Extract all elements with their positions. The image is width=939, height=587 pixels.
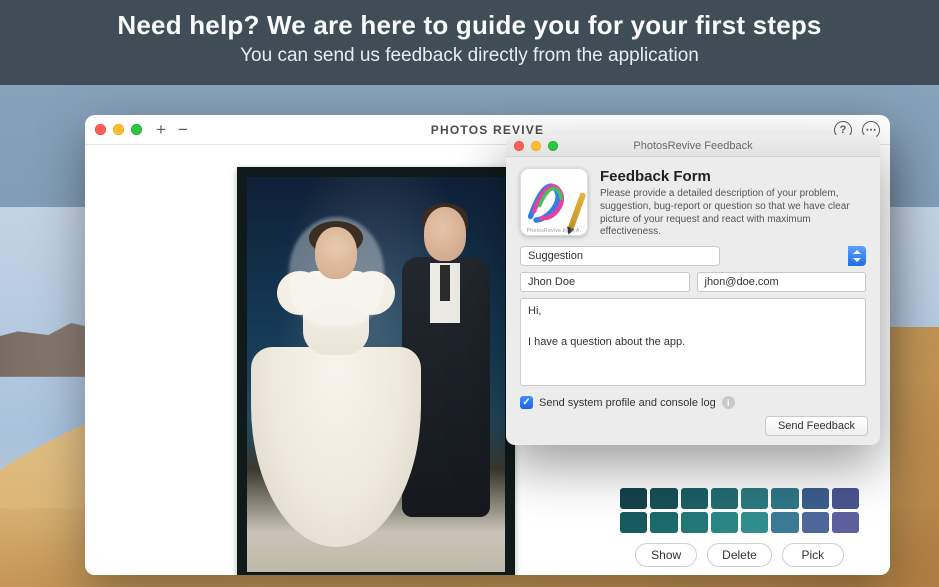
banner-title: Need help? We are here to guide you for … <box>0 10 939 41</box>
color-swatch[interactable] <box>620 488 647 509</box>
window-minimize-button[interactable] <box>113 124 124 135</box>
toolbar-add-button[interactable]: + <box>156 120 166 140</box>
color-swatch[interactable] <box>832 512 859 533</box>
color-swatch[interactable] <box>802 488 829 509</box>
feedback-type-value: Suggestion <box>528 250 583 262</box>
color-swatch[interactable] <box>711 488 738 509</box>
message-textarea[interactable]: Hi, I have a question about the app. <box>520 298 866 386</box>
feedback-form-title: Feedback Form <box>600 168 866 185</box>
name-field[interactable]: Jhon Doe <box>520 272 690 292</box>
email-field[interactable]: jhon@doe.com <box>697 272 867 292</box>
name-value: Jhon Doe <box>528 276 575 288</box>
feedback-type-select[interactable]: Suggestion <box>520 246 866 266</box>
send-logs-checkbox[interactable]: ✓ <box>520 396 533 409</box>
color-swatch[interactable] <box>620 512 647 533</box>
color-swatch[interactable] <box>832 488 859 509</box>
email-value: jhon@doe.com <box>705 276 779 288</box>
promo-banner: Need help? We are here to guide you for … <box>0 0 939 85</box>
photo-subject-bride <box>257 227 407 527</box>
window-zoom-button[interactable] <box>131 124 142 135</box>
send-logs-label: Send system profile and console log <box>539 397 716 409</box>
app-icon: PhotosRevive by N.A. <box>520 168 588 236</box>
feedback-form-description: Please provide a detailed description of… <box>600 188 866 239</box>
color-swatch[interactable] <box>741 488 768 509</box>
palette-delete-button[interactable]: Delete <box>707 543 772 567</box>
color-swatch[interactable] <box>771 488 798 509</box>
palette-show-button[interactable]: Show <box>635 543 697 567</box>
palette-pick-button[interactable]: Pick <box>782 543 844 567</box>
help-icon: ? <box>840 124 847 136</box>
color-swatch[interactable] <box>741 512 768 533</box>
toolbar-remove-button[interactable]: − <box>178 120 188 140</box>
send-feedback-button[interactable]: Send Feedback <box>765 416 868 436</box>
feedback-minimize-button[interactable] <box>531 141 541 151</box>
select-arrows-icon <box>848 246 866 266</box>
feedback-window-title: PhotosRevive Feedback <box>506 140 880 152</box>
feedback-titlebar: PhotosRevive Feedback <box>506 135 880 157</box>
window-close-button[interactable] <box>95 124 106 135</box>
color-swatch[interactable] <box>711 512 738 533</box>
color-swatch[interactable] <box>802 512 829 533</box>
feedback-close-button[interactable] <box>514 141 524 151</box>
feedback-window: PhotosRevive Feedback PhotosRevive by N.… <box>506 135 880 445</box>
color-swatch[interactable] <box>681 488 708 509</box>
color-swatch[interactable] <box>650 512 677 533</box>
info-icon[interactable]: i <box>722 396 735 409</box>
color-swatch[interactable] <box>771 512 798 533</box>
photo-preview[interactable] <box>237 167 515 575</box>
color-swatch[interactable] <box>681 512 708 533</box>
banner-subtitle: You can send us feedback directly from t… <box>0 45 939 67</box>
color-swatch[interactable] <box>650 488 677 509</box>
color-palette-panel: Show Delete Pick <box>617 482 862 567</box>
app-icon-caption: PhotosRevive by N.A. <box>520 228 588 234</box>
feedback-zoom-button[interactable] <box>548 141 558 151</box>
